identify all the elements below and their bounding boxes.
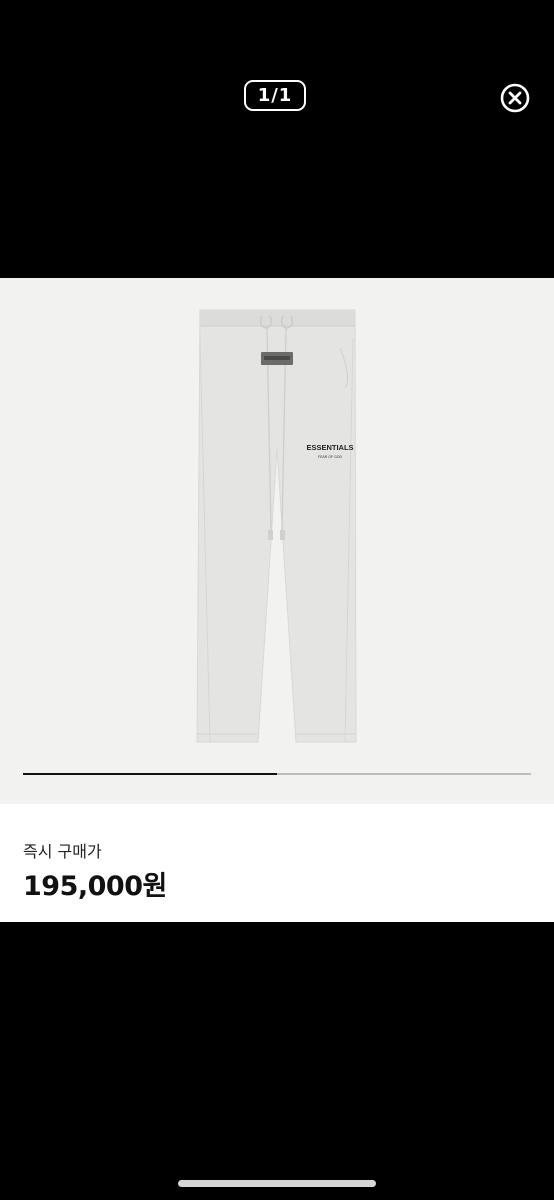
price-panel: 즉시 구매가 195,000원 [0, 804, 554, 922]
instant-buy-price-value: 195,000원 [23, 871, 167, 902]
sweatpants-shape [196, 309, 357, 743]
image-progress-bar [23, 773, 531, 775]
brand-print: ESSENTIALS [306, 443, 353, 452]
image-counter: 1/1 [244, 80, 306, 111]
close-icon [500, 83, 530, 113]
product-image: ESSENTIALS FEAR OF GOD [196, 309, 357, 743]
instant-buy-price-label: 즉시 구매가 [23, 842, 102, 861]
product-image-carousel[interactable]: ESSENTIALS FEAR OF GOD [0, 278, 554, 804]
image-progress-fill [23, 773, 277, 775]
close-button[interactable] [500, 83, 530, 113]
home-indicator[interactable] [178, 1180, 376, 1187]
brand-subprint: FEAR OF GOD [318, 455, 343, 459]
viewer-header: 1/1 [0, 0, 554, 278]
